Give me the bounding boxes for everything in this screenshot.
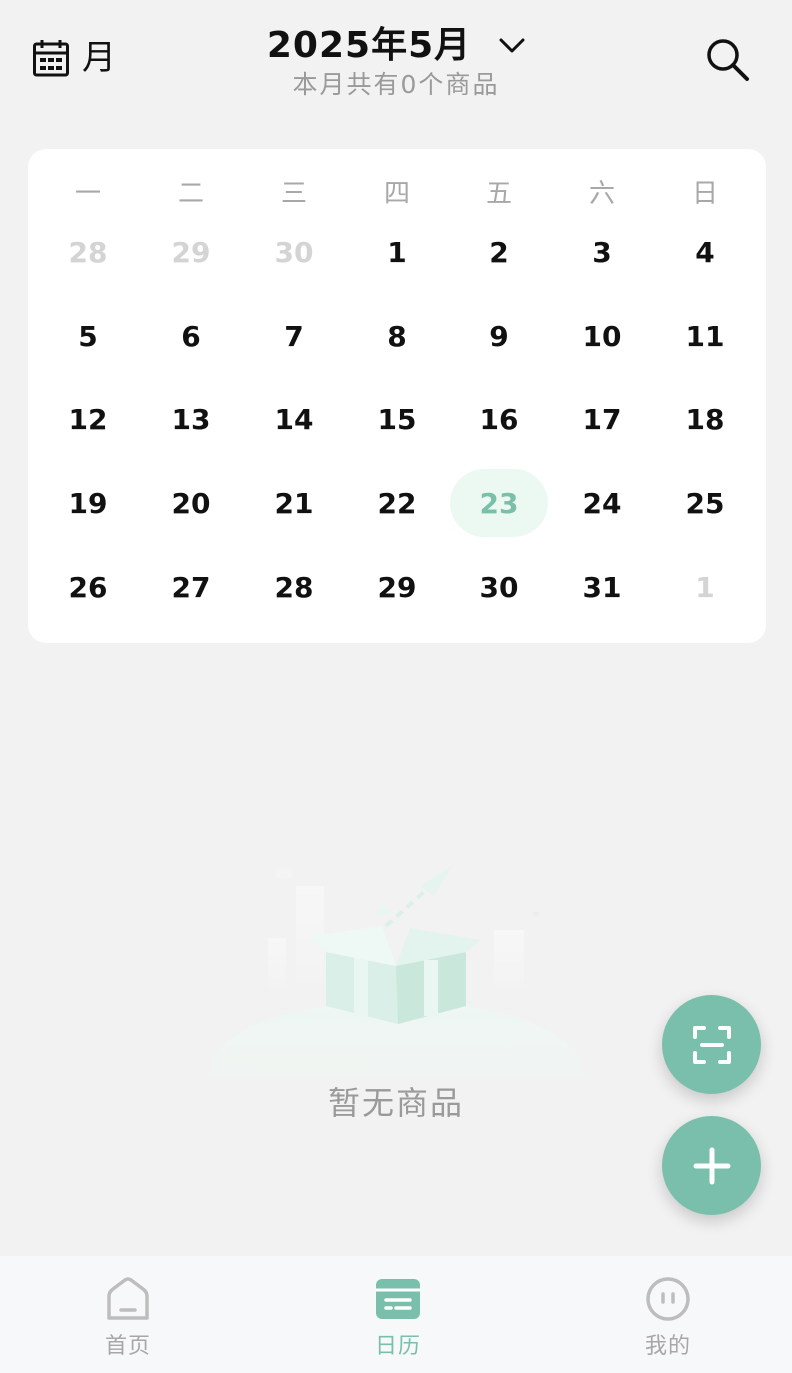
- calendar-day-outside-month[interactable]: 29: [142, 218, 240, 286]
- empty-box-icon: [210, 866, 582, 1076]
- plus-icon: [693, 1147, 730, 1184]
- weekday-label: 三: [280, 179, 307, 209]
- nav-label-calendar: 日历: [374, 1334, 421, 1359]
- calendar-day[interactable]: 28: [245, 553, 343, 621]
- calendar-day[interactable]: 15: [348, 385, 446, 453]
- calendar-day[interactable]: 25: [656, 469, 754, 537]
- calendar-day-outside-month[interactable]: 30: [245, 218, 343, 286]
- calendar-day[interactable]: 29: [348, 553, 446, 621]
- scan-button[interactable]: [662, 995, 761, 1094]
- search-icon: [707, 39, 749, 81]
- calendar-day[interactable]: 1: [348, 218, 446, 286]
- calendar-day[interactable]: 12: [39, 385, 137, 453]
- home-icon: [107, 1277, 149, 1320]
- calendar-day[interactable]: 2: [450, 218, 548, 286]
- weekday-label: 六: [588, 179, 615, 209]
- calendar-day[interactable]: 31: [553, 553, 651, 621]
- month-item-count: 本月共有0个商品: [292, 70, 500, 99]
- weekday-label: 四: [383, 179, 410, 209]
- calendar-day[interactable]: 20: [142, 469, 240, 537]
- month-title: 2025年5月: [266, 25, 472, 66]
- calendar-day[interactable]: 16: [450, 385, 548, 453]
- calendar-day[interactable]: 26: [39, 553, 137, 621]
- calendar-day[interactable]: 3: [553, 218, 651, 286]
- top-header: 月 2025年5月 本月共有0个商品: [0, 0, 792, 120]
- calendar-day[interactable]: 13: [142, 385, 240, 453]
- calendar-card-icon: [376, 1279, 420, 1319]
- weekday-label: 一: [74, 179, 101, 209]
- month-selector[interactable]: 2025年5月: [267, 22, 525, 70]
- calendar-card: 一二三四五六日 28 29 30 1 2 3 4 5 6 7 8 9 10 11 12 13 14 15 16 17 1…: [28, 149, 766, 643]
- scan-icon: [692, 1025, 731, 1064]
- add-item-button[interactable]: [662, 1116, 761, 1215]
- app-root: 月 2025年5月 本月共有0个商品 一二三四五六日 28 29 30 1 2 3 4 5 6 7…: [0, 0, 792, 1373]
- calendar-day[interactable]: 4: [656, 218, 754, 286]
- calendar-day[interactable]: 9: [450, 302, 548, 370]
- calendar-day[interactable]: 18: [656, 385, 754, 453]
- nav-item-calendar[interactable]: 日历: [318, 1276, 478, 1360]
- month-picker: 2025年5月 本月共有0个商品: [0, 22, 792, 100]
- weekday-label: 日: [691, 179, 718, 209]
- calendar-day-outside-month[interactable]: 28: [39, 218, 137, 286]
- nav-item-home[interactable]: 首页: [48, 1276, 208, 1360]
- calendar-day-today[interactable]: 23: [450, 469, 548, 537]
- nav-label-home: 首页: [104, 1334, 151, 1359]
- nav-label-profile: 我的: [644, 1334, 691, 1359]
- calendar-day[interactable]: 5: [39, 302, 137, 370]
- weekday-label: 二: [177, 179, 204, 209]
- empty-state-text: 暂无商品: [327, 1084, 464, 1122]
- bottom-nav: 首页 日历 我的: [0, 1256, 792, 1373]
- weekday-header: 一二三四五六日: [28, 175, 766, 213]
- calendar-day[interactable]: 11: [656, 302, 754, 370]
- calendar-day[interactable]: 22: [348, 469, 446, 537]
- profile-face-icon: [646, 1277, 690, 1321]
- calendar-day[interactable]: 8: [348, 302, 446, 370]
- nav-item-profile[interactable]: 我的: [588, 1276, 748, 1360]
- calendar-day[interactable]: 6: [142, 302, 240, 370]
- calendar-day[interactable]: 24: [553, 469, 651, 537]
- calendar-day[interactable]: 19: [39, 469, 137, 537]
- search-button[interactable]: [704, 36, 752, 84]
- calendar-day[interactable]: 21: [245, 469, 343, 537]
- calendar-day[interactable]: 30: [450, 553, 548, 621]
- chevron-down-icon: [499, 38, 525, 53]
- calendar-day[interactable]: 10: [553, 302, 651, 370]
- calendar-day[interactable]: 14: [245, 385, 343, 453]
- weekday-label: 五: [485, 179, 512, 209]
- calendar-day[interactable]: 27: [142, 553, 240, 621]
- calendar-day-outside-month[interactable]: 1: [656, 553, 754, 621]
- calendar-day[interactable]: 17: [553, 385, 651, 453]
- calendar-day[interactable]: 7: [245, 302, 343, 370]
